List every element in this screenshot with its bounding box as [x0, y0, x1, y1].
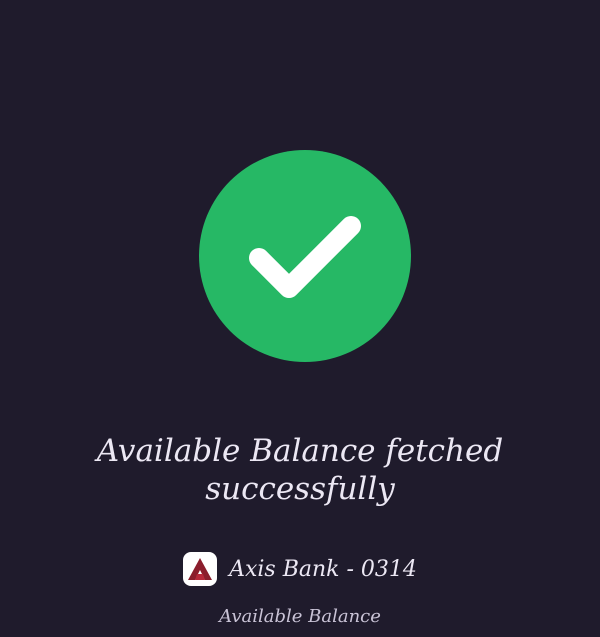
checkmark-icon: [249, 216, 361, 298]
success-badge: [199, 150, 411, 362]
bank-account-row: Axis Bank - 0314: [0, 552, 600, 586]
balance-success-screen: Available Balance fetched successfully A…: [0, 0, 600, 637]
axis-bank-logo-icon: [183, 552, 218, 586]
available-balance-label: Available Balance: [219, 606, 381, 627]
bank-account-label: Axis Bank - 0314: [229, 556, 417, 582]
status-message: Available Balance fetched successfully: [96, 433, 504, 507]
